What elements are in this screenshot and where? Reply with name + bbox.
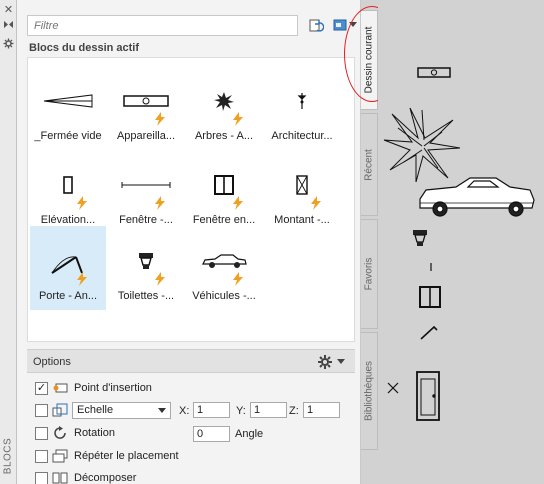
options-title: Options: [33, 356, 71, 368]
car-block: [419, 177, 535, 217]
scale-checkbox[interactable]: [35, 403, 48, 417]
toilet-icon: [116, 244, 176, 278]
post-icon: [272, 168, 332, 202]
scale-x-input[interactable]: 1: [193, 402, 230, 418]
repeat-checkbox[interactable]: [35, 449, 48, 463]
gear-icon: [318, 355, 332, 369]
block-tile[interactable]: Architectur...: [264, 66, 340, 150]
drawing-blocks: [383, 67, 535, 421]
door-elevation-block: [416, 371, 440, 421]
window-block: [419, 286, 441, 308]
closed-arrow-icon: [38, 84, 98, 118]
window-icon: [194, 168, 254, 202]
scale-z-input[interactable]: 1: [303, 402, 340, 418]
block-tile[interactable]: Véhicules -...: [186, 226, 262, 310]
dynamic-block-icon: [232, 196, 244, 210]
tree-block: [383, 107, 461, 183]
block-tile[interactable]: Fenêtre -...: [108, 150, 184, 234]
scale-icon: [51, 402, 69, 418]
section-title: Blocs du dessin actif: [29, 42, 140, 54]
post-block: [387, 382, 399, 394]
drawing-canvas[interactable]: [378, 0, 544, 484]
rotation-icon: [51, 425, 69, 441]
palette-title: BLOCS: [2, 437, 14, 475]
dynamic-block-icon: [76, 272, 88, 286]
pin-icon[interactable]: [2, 19, 15, 32]
elevation-icon: [38, 168, 98, 202]
toilet-block: [413, 230, 427, 246]
block-tile[interactable]: Elévation...: [30, 150, 106, 234]
dynamic-block-icon: [154, 272, 166, 286]
block-tile[interactable]: Toilettes -...: [108, 226, 184, 310]
tab-recent[interactable]: Récent: [361, 113, 378, 216]
blocks-grid: _Fermée vide Appareilla... Arbres - A...: [27, 57, 355, 342]
option-explode: Décomposer: [35, 469, 136, 484]
option-repeat: Répéter le placement: [35, 447, 179, 465]
appliance-block: [417, 67, 451, 78]
tab-libraries[interactable]: Bibliothèques: [361, 332, 378, 450]
option-rotation: Rotation: [35, 424, 115, 442]
explode-checkbox[interactable]: [35, 471, 48, 484]
option-scale: [35, 401, 74, 419]
insertion-point-checkbox[interactable]: ✓: [35, 381, 48, 395]
dynamic-block-icon: [154, 112, 166, 126]
door-block: [420, 325, 438, 340]
blocks-palette: Blocs du dessin actif _Fermée vide Appar…: [17, 0, 361, 484]
insertion-point-icon: [51, 380, 69, 396]
architecture-icon: [272, 84, 332, 118]
tree-icon: [194, 84, 254, 118]
dynamic-block-icon: [232, 112, 244, 126]
scale-select[interactable]: Echelle: [72, 402, 171, 419]
tab-favorites[interactable]: Favoris: [361, 219, 378, 329]
block-tile[interactable]: Appareilla...: [108, 66, 184, 150]
block-tile-selected[interactable]: Porte - An...: [30, 226, 106, 310]
dynamic-block-icon: [232, 272, 244, 286]
car-icon: [194, 244, 254, 278]
dynamic-block-icon: [310, 196, 322, 210]
block-tile[interactable]: _Fermée vide: [30, 66, 106, 150]
option-insertion-point: ✓ Point d'insertion: [35, 380, 152, 396]
window-line-icon: [116, 168, 176, 202]
dynamic-block-icon: [76, 196, 88, 210]
dynamic-block-icon: [154, 196, 166, 210]
block-tile[interactable]: Montant -...: [264, 150, 340, 234]
rotation-angle-input[interactable]: 0: [193, 426, 230, 442]
filter-input[interactable]: [27, 15, 298, 36]
sync-icon[interactable]: [307, 15, 325, 35]
rotation-checkbox[interactable]: [35, 426, 48, 440]
options-settings[interactable]: [317, 353, 349, 371]
scale-y-input[interactable]: 1: [250, 402, 287, 418]
repeat-icon: [51, 448, 69, 464]
close-icon[interactable]: ✕: [2, 4, 15, 17]
block-tile[interactable]: Fenêtre en...: [186, 150, 262, 234]
blocks-palette-window: ✕ BLOCS Blocs du dessin actif _Fer: [0, 0, 544, 484]
block-tile[interactable]: Arbres - A...: [186, 66, 262, 150]
explode-icon: [51, 470, 69, 484]
options-header[interactable]: Options: [27, 349, 355, 373]
door-icon: [38, 244, 98, 278]
appliance-icon: [116, 84, 176, 118]
chevron-down-icon: [337, 359, 345, 364]
palette-side-strip: ✕ BLOCS: [0, 0, 17, 484]
settings-icon[interactable]: [2, 38, 15, 51]
